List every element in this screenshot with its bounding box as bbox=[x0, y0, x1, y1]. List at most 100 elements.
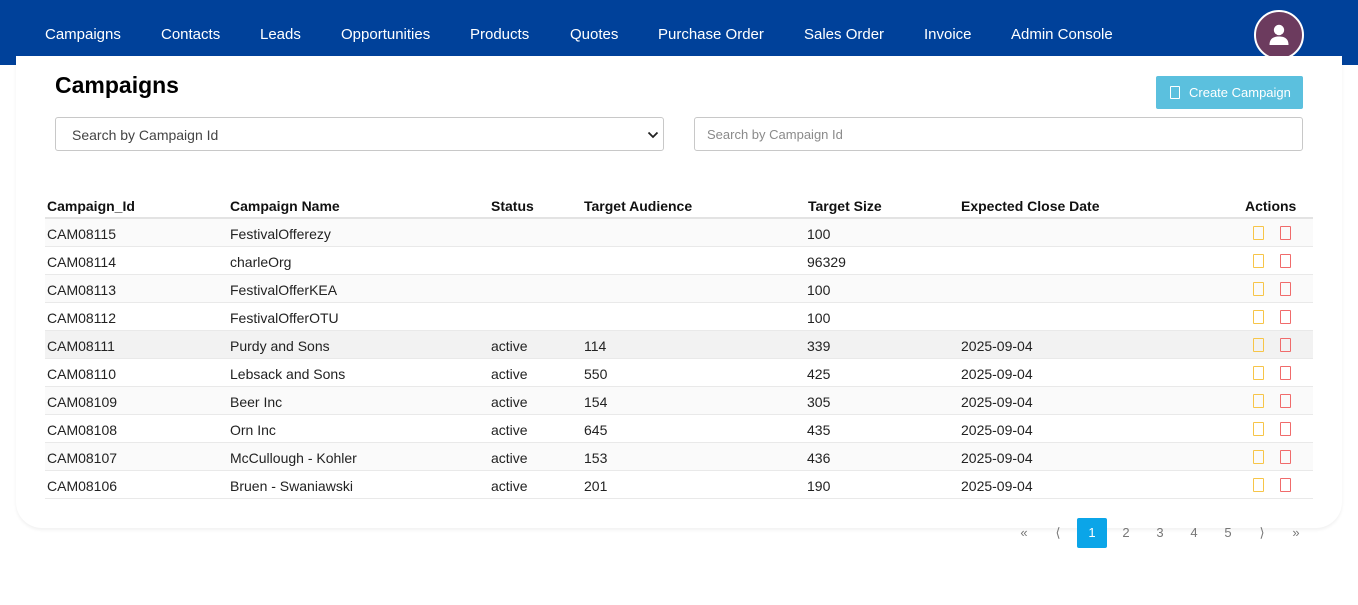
cell-target-audience: 154 bbox=[584, 394, 608, 410]
cell-campaign-name: FestivalOfferOTU bbox=[230, 310, 339, 326]
cell-target-size: 436 bbox=[807, 450, 831, 466]
col-header-actions: Actions bbox=[1245, 198, 1297, 214]
cell-target-audience: 153 bbox=[584, 450, 608, 466]
cell-target-size: 190 bbox=[807, 478, 831, 494]
cell-campaign-id: CAM08113 bbox=[47, 282, 117, 298]
create-campaign-label: Create Campaign bbox=[1189, 85, 1291, 100]
delete-icon[interactable] bbox=[1280, 226, 1291, 240]
pagination-next[interactable]: ⟩ bbox=[1247, 518, 1277, 548]
cell-expected-close-date: 2025-09-04 bbox=[961, 394, 1033, 410]
delete-icon[interactable] bbox=[1280, 338, 1291, 352]
table-row: CAM08114 charleOrg 96329 bbox=[45, 247, 1313, 275]
pagination-page-5[interactable]: 5 bbox=[1213, 518, 1243, 548]
delete-icon[interactable] bbox=[1280, 310, 1291, 324]
cell-campaign-id: CAM08111 bbox=[47, 338, 115, 354]
delete-icon[interactable] bbox=[1280, 254, 1291, 268]
cell-campaign-name: Purdy and Sons bbox=[230, 338, 330, 354]
edit-icon[interactable] bbox=[1253, 282, 1264, 296]
cell-campaign-name: Bruen - Swaniawski bbox=[230, 478, 353, 494]
cell-campaign-name: charleOrg bbox=[230, 254, 292, 270]
col-header-campaign-id: Campaign_Id bbox=[47, 198, 135, 214]
cell-target-size: 96329 bbox=[807, 254, 846, 270]
cell-expected-close-date: 2025-09-04 bbox=[961, 450, 1033, 466]
nav-item-admin-console[interactable]: Admin Console bbox=[1011, 25, 1113, 44]
cell-campaign-id: CAM08107 bbox=[47, 450, 118, 466]
pagination-page-4[interactable]: 4 bbox=[1179, 518, 1209, 548]
edit-icon[interactable] bbox=[1253, 338, 1264, 352]
nav-item-quotes[interactable]: Quotes bbox=[570, 25, 618, 44]
pagination-page-1[interactable]: 1 bbox=[1077, 518, 1107, 548]
create-campaign-button[interactable]: Create Campaign bbox=[1156, 76, 1303, 109]
nav-item-purchase-order[interactable]: Purchase Order bbox=[658, 25, 764, 44]
delete-icon[interactable] bbox=[1280, 366, 1291, 380]
table-row: CAM08111 Purdy and Sons active 114 339 2025-0… bbox=[45, 331, 1313, 359]
cell-campaign-name: FestivalOfferezy bbox=[230, 226, 331, 242]
col-header-campaign-name: Campaign Name bbox=[230, 198, 340, 214]
cell-target-audience: 645 bbox=[584, 422, 608, 438]
pagination-page-2[interactable]: 2 bbox=[1111, 518, 1141, 548]
cell-expected-close-date: 2025-09-04 bbox=[961, 422, 1033, 438]
cell-status: active bbox=[491, 422, 528, 438]
cell-target-size: 425 bbox=[807, 366, 831, 382]
search-input[interactable] bbox=[694, 117, 1303, 151]
table-row: CAM08109 Beer Inc active 154 305 2025-09-04 bbox=[45, 387, 1313, 415]
cell-target-audience: 550 bbox=[584, 366, 608, 382]
edit-icon[interactable] bbox=[1253, 450, 1264, 464]
pagination-last[interactable]: » bbox=[1281, 518, 1311, 548]
user-icon bbox=[1269, 24, 1289, 45]
table-row: CAM08110 Lebsack and Sons active 550 425 2025… bbox=[45, 359, 1313, 387]
edit-icon[interactable] bbox=[1253, 366, 1264, 380]
search-field-select-value: Search by Campaign Id bbox=[72, 127, 219, 143]
col-header-target-audience: Target Audience bbox=[584, 198, 693, 214]
cell-target-size: 305 bbox=[807, 394, 831, 410]
edit-icon[interactable] bbox=[1253, 394, 1264, 408]
delete-icon[interactable] bbox=[1280, 394, 1291, 408]
edit-icon[interactable] bbox=[1253, 254, 1264, 268]
delete-icon[interactable] bbox=[1280, 282, 1291, 296]
nav-item-sales-order[interactable]: Sales Order bbox=[804, 25, 884, 44]
nav-item-opportunities[interactable]: Opportunities bbox=[341, 25, 430, 44]
cell-target-size: 435 bbox=[807, 422, 831, 438]
edit-icon[interactable] bbox=[1253, 226, 1264, 240]
nav-item-campaigns[interactable]: Campaigns bbox=[45, 25, 121, 44]
search-field-select[interactable]: Search by Campaign Id bbox=[55, 117, 664, 151]
table-row: CAM08106 Bruen - Swaniawski active 201 190 20… bbox=[45, 471, 1313, 499]
pagination-first[interactable]: « bbox=[1009, 518, 1039, 548]
file-icon bbox=[1170, 86, 1180, 99]
cell-campaign-name: FestivalOfferKEA bbox=[230, 282, 338, 298]
edit-icon[interactable] bbox=[1253, 310, 1264, 324]
cell-status: active bbox=[491, 394, 528, 410]
cell-target-size: 339 bbox=[807, 338, 831, 354]
cell-campaign-name: Beer Inc bbox=[230, 394, 283, 410]
cell-target-size: 100 bbox=[807, 310, 831, 326]
user-avatar[interactable] bbox=[1254, 10, 1304, 60]
table-row: CAM08115 FestivalOfferezy 100 bbox=[45, 219, 1313, 247]
delete-icon[interactable] bbox=[1280, 422, 1291, 436]
delete-icon[interactable] bbox=[1280, 478, 1291, 492]
pagination-prev[interactable]: ⟨ bbox=[1043, 518, 1073, 548]
cell-status: active bbox=[491, 338, 528, 354]
delete-icon[interactable] bbox=[1280, 450, 1291, 464]
cell-campaign-id: CAM08115 bbox=[47, 226, 117, 242]
cell-expected-close-date: 2025-09-04 bbox=[961, 338, 1033, 354]
nav-item-invoice[interactable]: Invoice bbox=[924, 25, 972, 44]
cell-campaign-id: CAM08109 bbox=[47, 394, 118, 410]
cell-campaign-id: CAM08106 bbox=[47, 478, 118, 494]
col-header-target-size: Target Size bbox=[808, 198, 882, 214]
edit-icon[interactable] bbox=[1253, 422, 1264, 436]
edit-icon[interactable] bbox=[1253, 478, 1264, 492]
cell-target-size: 100 bbox=[807, 226, 831, 242]
table-row: CAM08113 FestivalOfferKEA 100 bbox=[45, 275, 1313, 303]
pagination-page-3[interactable]: 3 bbox=[1145, 518, 1175, 548]
cell-campaign-id: CAM08114 bbox=[47, 254, 117, 270]
nav-item-products[interactable]: Products bbox=[470, 25, 529, 44]
cell-status: active bbox=[491, 478, 528, 494]
nav-item-leads[interactable]: Leads bbox=[260, 25, 301, 44]
cell-campaign-name: Orn Inc bbox=[230, 422, 276, 438]
cell-status: active bbox=[491, 366, 528, 382]
table-row: CAM08112 FestivalOfferOTU 100 bbox=[45, 303, 1313, 331]
cell-target-audience: 114 bbox=[584, 338, 607, 354]
chevron-down-icon bbox=[647, 131, 659, 139]
nav-item-contacts[interactable]: Contacts bbox=[161, 25, 220, 44]
cell-campaign-id: CAM08112 bbox=[47, 310, 117, 326]
